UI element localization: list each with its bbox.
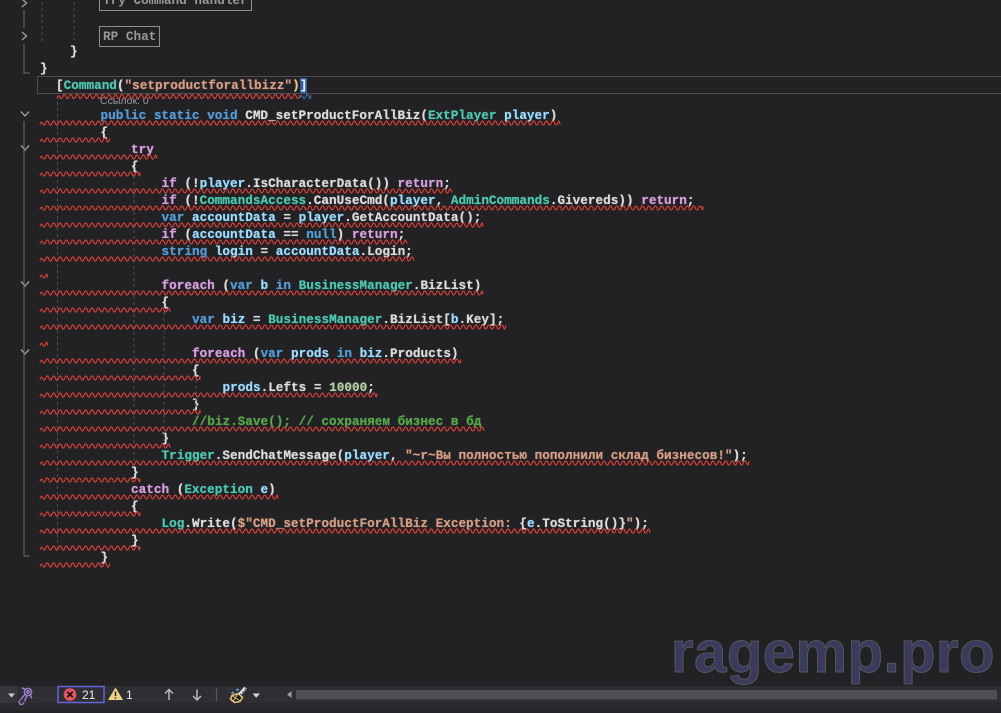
svg-text:1: 1 — [126, 688, 133, 702]
svg-text:21: 21 — [82, 688, 96, 702]
